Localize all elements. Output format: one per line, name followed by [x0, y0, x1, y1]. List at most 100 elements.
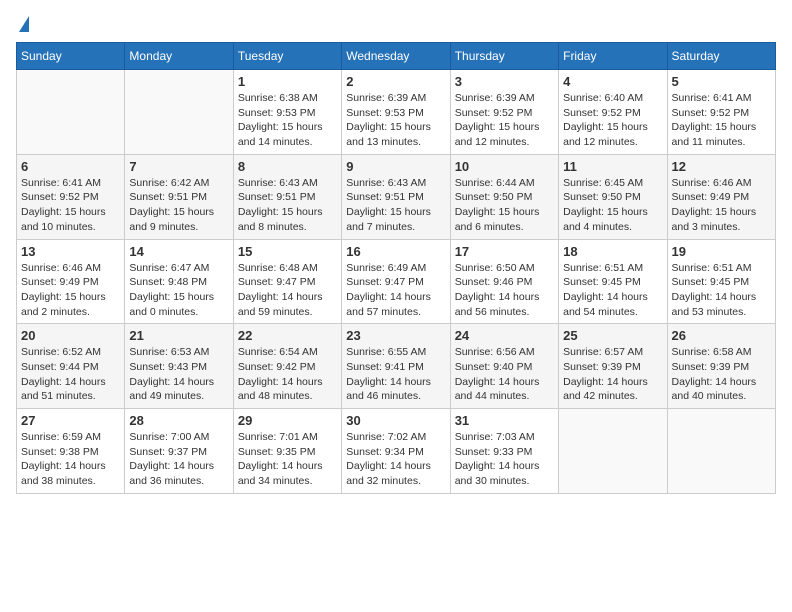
weekday-header-row: SundayMondayTuesdayWednesdayThursdayFrid…: [17, 43, 776, 70]
calendar-cell: 16 Sunrise: 6:49 AM Sunset: 9:47 PM Dayli…: [342, 239, 450, 324]
weekday-header-thursday: Thursday: [450, 43, 558, 70]
day-info: Sunrise: 6:48 AM Sunset: 9:47 PM Dayligh…: [238, 261, 337, 320]
calendar-cell: 26 Sunrise: 6:58 AM Sunset: 9:39 PM Dayli…: [667, 324, 775, 409]
calendar-cell: 9 Sunrise: 6:43 AM Sunset: 9:51 PM Daylig…: [342, 154, 450, 239]
calendar-week-row: 6Sunrise: 6:41 AM Sunset: 9:52 PM Daylig…: [17, 154, 776, 239]
calendar-cell: [667, 409, 775, 494]
day-info: Sunrise: 6:46 AM Sunset: 9:49 PM Dayligh…: [672, 176, 771, 235]
day-number: 24: [455, 328, 554, 343]
calendar-cell: 30 Sunrise: 7:02 AM Sunset: 9:34 PM Dayli…: [342, 409, 450, 494]
day-number: 3: [455, 74, 554, 89]
day-number: 15: [238, 244, 337, 259]
weekday-header-friday: Friday: [559, 43, 667, 70]
day-info: Sunrise: 6:51 AM Sunset: 9:45 PM Dayligh…: [672, 261, 771, 320]
calendar-cell: 27 Sunrise: 6:59 AM Sunset: 9:38 PM Dayli…: [17, 409, 125, 494]
day-number: 31: [455, 413, 554, 428]
day-info: Sunrise: 6:40 AM Sunset: 9:52 PM Dayligh…: [563, 91, 662, 150]
day-number: 23: [346, 328, 445, 343]
day-number: 27: [21, 413, 120, 428]
day-info: Sunrise: 6:43 AM Sunset: 9:51 PM Dayligh…: [238, 176, 337, 235]
calendar-cell: 13 Sunrise: 6:46 AM Sunset: 9:49 PM Dayli…: [17, 239, 125, 324]
day-info: Sunrise: 6:56 AM Sunset: 9:40 PM Dayligh…: [455, 345, 554, 404]
day-info: Sunrise: 6:59 AM Sunset: 9:38 PM Dayligh…: [21, 430, 120, 489]
calendar-cell: 7 Sunrise: 6:42 AM Sunset: 9:51 PM Daylig…: [125, 154, 233, 239]
weekday-header-monday: Monday: [125, 43, 233, 70]
calendar-cell: 22Sunrise: 6:54 AM Sunset: 9:42 PM Dayli…: [233, 324, 341, 409]
weekday-header-saturday: Saturday: [667, 43, 775, 70]
day-info: Sunrise: 6:49 AM Sunset: 9:47 PM Dayligh…: [346, 261, 445, 320]
day-info: Sunrise: 6:52 AM Sunset: 9:44 PM Dayligh…: [21, 345, 120, 404]
calendar-cell: 10Sunrise: 6:44 AM Sunset: 9:50 PM Dayli…: [450, 154, 558, 239]
day-info: Sunrise: 6:38 AM Sunset: 9:53 PM Dayligh…: [238, 91, 337, 150]
day-info: Sunrise: 6:39 AM Sunset: 9:53 PM Dayligh…: [346, 91, 445, 150]
calendar-cell: 31 Sunrise: 7:03 AM Sunset: 9:33 PM Dayli…: [450, 409, 558, 494]
calendar-cell: 21 Sunrise: 6:53 AM Sunset: 9:43 PM Dayli…: [125, 324, 233, 409]
day-number: 9: [346, 159, 445, 174]
calendar-cell: 2 Sunrise: 6:39 AM Sunset: 9:53 PM Daylig…: [342, 70, 450, 155]
day-number: 16: [346, 244, 445, 259]
logo-triangle-icon: [19, 16, 29, 32]
calendar-cell: [559, 409, 667, 494]
weekday-header-sunday: Sunday: [17, 43, 125, 70]
day-number: 7: [129, 159, 228, 174]
calendar-week-row: 20 Sunrise: 6:52 AM Sunset: 9:44 PM Dayli…: [17, 324, 776, 409]
calendar-cell: [125, 70, 233, 155]
day-number: 12: [672, 159, 771, 174]
calendar-week-row: 1 Sunrise: 6:38 AM Sunset: 9:53 PM Daylig…: [17, 70, 776, 155]
day-number: 11: [563, 159, 662, 174]
day-info: Sunrise: 6:41 AM Sunset: 9:52 PM Dayligh…: [672, 91, 771, 150]
day-number: 28: [129, 413, 228, 428]
calendar-table: SundayMondayTuesdayWednesdayThursdayFrid…: [16, 42, 776, 494]
day-info: Sunrise: 6:51 AM Sunset: 9:45 PM Dayligh…: [563, 261, 662, 320]
day-number: 25: [563, 328, 662, 343]
day-number: 26: [672, 328, 771, 343]
day-info: Sunrise: 6:53 AM Sunset: 9:43 PM Dayligh…: [129, 345, 228, 404]
day-info: Sunrise: 7:02 AM Sunset: 9:34 PM Dayligh…: [346, 430, 445, 489]
weekday-header-tuesday: Tuesday: [233, 43, 341, 70]
calendar-cell: 19 Sunrise: 6:51 AM Sunset: 9:45 PM Dayli…: [667, 239, 775, 324]
day-number: 1: [238, 74, 337, 89]
calendar-cell: 20 Sunrise: 6:52 AM Sunset: 9:44 PM Dayli…: [17, 324, 125, 409]
calendar-cell: 1 Sunrise: 6:38 AM Sunset: 9:53 PM Daylig…: [233, 70, 341, 155]
day-info: Sunrise: 6:57 AM Sunset: 9:39 PM Dayligh…: [563, 345, 662, 404]
day-info: Sunrise: 6:43 AM Sunset: 9:51 PM Dayligh…: [346, 176, 445, 235]
calendar-week-row: 27 Sunrise: 6:59 AM Sunset: 9:38 PM Dayli…: [17, 409, 776, 494]
day-info: Sunrise: 6:39 AM Sunset: 9:52 PM Dayligh…: [455, 91, 554, 150]
calendar-cell: 4 Sunrise: 6:40 AM Sunset: 9:52 PM Daylig…: [559, 70, 667, 155]
weekday-header-wednesday: Wednesday: [342, 43, 450, 70]
calendar-cell: 5 Sunrise: 6:41 AM Sunset: 9:52 PM Daylig…: [667, 70, 775, 155]
day-number: 18: [563, 244, 662, 259]
calendar-cell: 6Sunrise: 6:41 AM Sunset: 9:52 PM Daylig…: [17, 154, 125, 239]
calendar-week-row: 13 Sunrise: 6:46 AM Sunset: 9:49 PM Dayli…: [17, 239, 776, 324]
day-number: 4: [563, 74, 662, 89]
day-info: Sunrise: 7:01 AM Sunset: 9:35 PM Dayligh…: [238, 430, 337, 489]
day-number: 10: [455, 159, 554, 174]
day-info: Sunrise: 7:03 AM Sunset: 9:33 PM Dayligh…: [455, 430, 554, 489]
calendar-cell: 3 Sunrise: 6:39 AM Sunset: 9:52 PM Daylig…: [450, 70, 558, 155]
day-info: Sunrise: 6:42 AM Sunset: 9:51 PM Dayligh…: [129, 176, 228, 235]
day-number: 17: [455, 244, 554, 259]
day-number: 21: [129, 328, 228, 343]
day-number: 2: [346, 74, 445, 89]
day-number: 8: [238, 159, 337, 174]
calendar-cell: 15 Sunrise: 6:48 AM Sunset: 9:47 PM Dayli…: [233, 239, 341, 324]
day-info: Sunrise: 6:45 AM Sunset: 9:50 PM Dayligh…: [563, 176, 662, 235]
calendar-cell: 23 Sunrise: 6:55 AM Sunset: 9:41 PM Dayli…: [342, 324, 450, 409]
day-info: Sunrise: 6:58 AM Sunset: 9:39 PM Dayligh…: [672, 345, 771, 404]
day-info: Sunrise: 6:46 AM Sunset: 9:49 PM Dayligh…: [21, 261, 120, 320]
calendar-cell: 28 Sunrise: 7:00 AM Sunset: 9:37 PM Dayli…: [125, 409, 233, 494]
day-number: 5: [672, 74, 771, 89]
day-info: Sunrise: 7:00 AM Sunset: 9:37 PM Dayligh…: [129, 430, 228, 489]
day-info: Sunrise: 6:41 AM Sunset: 9:52 PM Dayligh…: [21, 176, 120, 235]
calendar-cell: 11 Sunrise: 6:45 AM Sunset: 9:50 PM Dayli…: [559, 154, 667, 239]
day-number: 22: [238, 328, 337, 343]
calendar-cell: 14Sunrise: 6:47 AM Sunset: 9:48 PM Dayli…: [125, 239, 233, 324]
logo: [16, 16, 29, 34]
day-number: 29: [238, 413, 337, 428]
day-number: 19: [672, 244, 771, 259]
day-info: Sunrise: 6:55 AM Sunset: 9:41 PM Dayligh…: [346, 345, 445, 404]
calendar-cell: 18 Sunrise: 6:51 AM Sunset: 9:45 PM Dayli…: [559, 239, 667, 324]
day-number: 13: [21, 244, 120, 259]
day-number: 20: [21, 328, 120, 343]
day-number: 30: [346, 413, 445, 428]
